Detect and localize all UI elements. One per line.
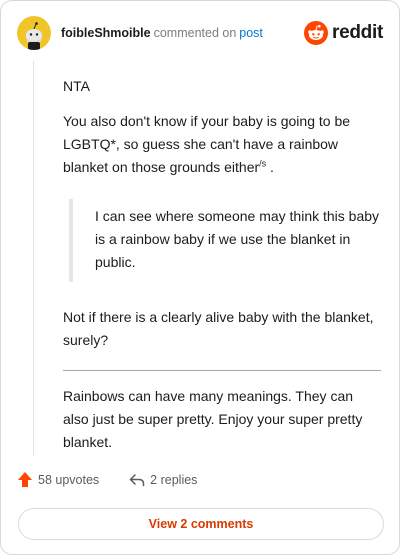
comment-header: foibleShmoible commented on post — [17, 15, 263, 51]
comment-paragraph: Rainbows can have many meanings. They ca… — [63, 388, 363, 450]
replies-button[interactable]: 2 replies — [129, 473, 197, 487]
action-text: commented on — [153, 26, 237, 40]
reply-icon — [129, 473, 145, 486]
comment-paragraph: You also don't know if your baby is goin… — [63, 110, 381, 179]
blockquote: I can see where someone may think this b… — [69, 199, 381, 282]
comment-body: NTA You also don't know if your baby is … — [63, 75, 381, 454]
comment-card: foibleShmoible commented on post reddit NT… — [0, 0, 400, 555]
username[interactable]: foibleShmoible — [61, 26, 151, 40]
divider — [63, 370, 381, 371]
quote-text: I can see where someone may think this b… — [95, 208, 380, 270]
reply-count: 2 replies — [150, 472, 198, 487]
upvote-count: 58 upvotes — [38, 472, 100, 487]
comment-footer: 58 upvotes 2 replies — [17, 471, 197, 488]
comment-paragraph-end: . — [266, 159, 274, 175]
upvote-arrow-icon — [18, 472, 32, 487]
upvote-button[interactable]: 58 upvotes — [17, 471, 99, 488]
reddit-wordmark: reddit — [332, 22, 383, 43]
post-link[interactable]: post — [239, 26, 263, 40]
view-comments-button[interactable]: View 2 comments — [18, 508, 384, 540]
thread-line[interactable] — [33, 61, 34, 456]
comment-verdict: NTA — [63, 78, 90, 94]
reddit-logo[interactable]: reddit — [304, 21, 383, 45]
comment-paragraph: Not if there is a clearly alive baby wit… — [63, 309, 374, 348]
comment-paragraph-text: You also don't know if your baby is goin… — [63, 113, 351, 175]
avatar[interactable] — [17, 16, 51, 50]
reddit-icon — [304, 21, 329, 45]
